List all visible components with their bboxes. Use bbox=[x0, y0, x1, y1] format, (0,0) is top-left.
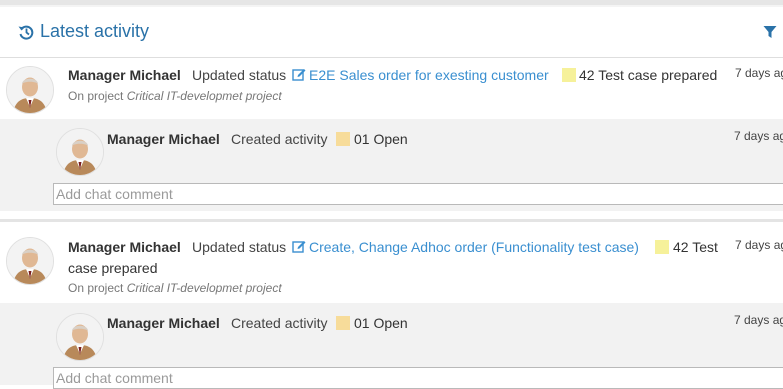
sub-activity-verb: Created activity bbox=[231, 315, 328, 331]
sub-activity-user-name[interactable]: Manager Michael bbox=[107, 315, 220, 331]
avatar[interactable] bbox=[56, 313, 104, 361]
status-color-swatch bbox=[336, 316, 350, 330]
chat-comment-input[interactable] bbox=[53, 183, 783, 205]
sub-activity-verb: Created activity bbox=[231, 131, 328, 147]
status-color-swatch bbox=[655, 240, 669, 254]
activity-verb: Updated status bbox=[192, 239, 287, 255]
activity-item-link[interactable]: E2E Sales order for exesting customer bbox=[292, 67, 549, 84]
activity-item-link[interactable]: Create, Change Adhoc order (Functionalit… bbox=[292, 239, 639, 256]
sub-status-text: 01 Open bbox=[354, 131, 408, 147]
avatar[interactable] bbox=[56, 128, 104, 176]
sub-activity-time: 7 days ago bbox=[734, 313, 783, 327]
project-prefix: On project bbox=[68, 89, 124, 103]
edit-icon bbox=[292, 239, 306, 256]
activity-project: On project Critical IT-developmet projec… bbox=[68, 89, 282, 103]
sub-activity-user-name[interactable]: Manager Michael bbox=[107, 131, 220, 147]
activity-time: 7 days ago bbox=[735, 66, 783, 80]
avatar[interactable] bbox=[6, 237, 54, 285]
activity-time: 7 days ago bbox=[735, 238, 783, 252]
status-text: 42 Test bbox=[673, 239, 718, 255]
sub-status-text: 01 Open bbox=[354, 315, 408, 331]
status-color-swatch bbox=[336, 132, 350, 146]
status-text-continued: case prepared bbox=[68, 260, 158, 276]
activity-separator bbox=[0, 219, 783, 222]
activity-item-link-text: E2E Sales order for exesting customer bbox=[309, 67, 549, 83]
panel-header: Latest activity bbox=[0, 7, 783, 57]
sub-activity-time: 7 days ago bbox=[734, 129, 783, 143]
activity-project: On project Critical IT-developmet projec… bbox=[68, 281, 282, 295]
project-prefix: On project bbox=[68, 281, 124, 295]
project-name[interactable]: Critical IT-developmet project bbox=[127, 281, 282, 295]
avatar[interactable] bbox=[6, 66, 54, 114]
activity-user-name[interactable]: Manager Michael bbox=[68, 239, 181, 255]
header-divider bbox=[0, 57, 783, 58]
edit-icon bbox=[292, 67, 306, 84]
status-text: 42 Test case prepared bbox=[579, 67, 718, 83]
page-title: Latest activity bbox=[40, 21, 150, 41]
project-name[interactable]: Critical IT-developmet project bbox=[127, 89, 282, 103]
filter-icon[interactable] bbox=[763, 25, 777, 39]
activity-item-link-text: Create, Change Adhoc order (Functionalit… bbox=[309, 239, 639, 255]
chat-comment-input[interactable] bbox=[53, 367, 783, 389]
status-color-swatch bbox=[562, 68, 576, 82]
history-icon bbox=[18, 24, 34, 40]
activity-verb: Updated status bbox=[192, 67, 287, 83]
activity-user-name[interactable]: Manager Michael bbox=[68, 67, 181, 83]
